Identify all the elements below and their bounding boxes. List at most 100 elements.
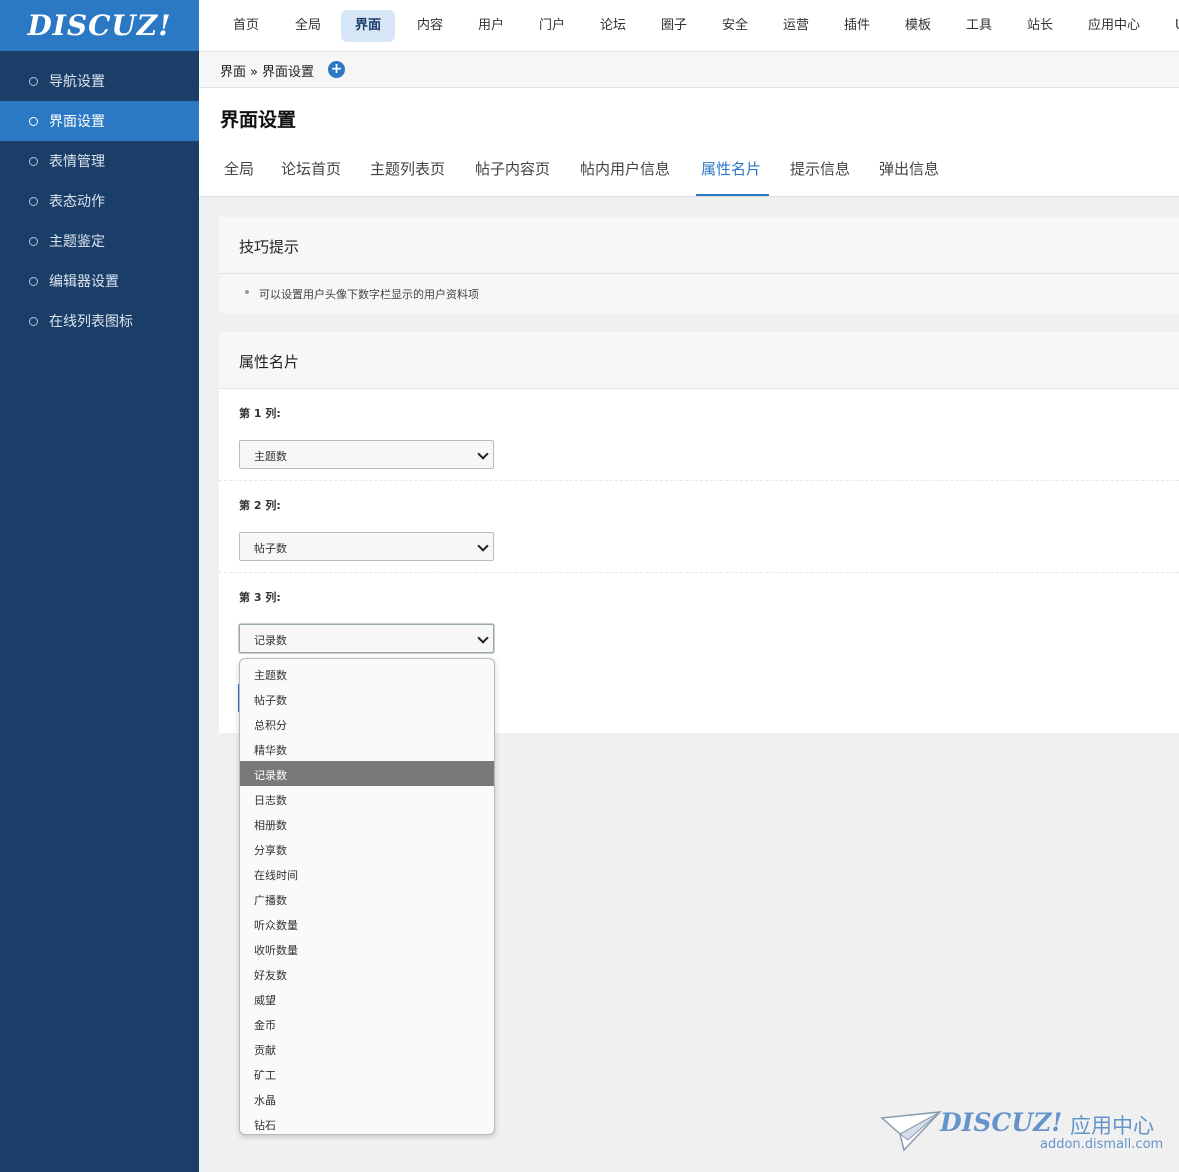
breadcrumb-current: 界面设置 [261,65,314,80]
sidebar-item-0[interactable]: 导航设置 [0,61,199,101]
nav-item-9[interactable]: 运营 [769,10,823,42]
chevron-down-icon [477,540,489,552]
nav-item-0[interactable]: 首页 [219,10,273,42]
dropdown-option[interactable]: 威望 [240,986,494,1011]
tip-item: 可以设置用户头像下数字栏显示的用户资料项 [259,288,479,301]
dropdown-option[interactable]: 钻石 [240,1111,494,1134]
discuz-logo[interactable]: DISCUZ! [0,0,199,51]
tab-0[interactable]: 全局 [224,158,254,179]
dropdown-option-label: 金币 [254,1019,276,1032]
dropdown-option-label: 记录数 [254,769,287,782]
sidebar-item-2[interactable]: 表情管理 [0,141,199,181]
sidebar: DISCUZ! 导航设置界面设置表情管理表态动作主题鉴定编辑器设置在线列表图标 [0,0,199,1172]
nav-item-5[interactable]: 门户 [525,10,579,42]
sidebar-item-6[interactable]: 在线列表图标 [0,301,199,341]
column-3-value: 记录数 [254,634,287,647]
bullet-icon [245,290,249,294]
dropdown-option[interactable]: 金币 [240,1011,494,1036]
row-divider [219,572,1179,573]
nav-item-7[interactable]: 圈子 [647,10,701,42]
add-shortcut-icon[interactable]: + [328,61,345,78]
breadcrumb: 界面 » 界面设置 + [199,52,1179,88]
circle-bullet-icon [29,316,38,326]
nav-item-11[interactable]: 模板 [891,10,945,42]
dropdown-option[interactable]: 贡献 [240,1036,494,1061]
dropdown-option[interactable]: 日志数 [240,786,494,811]
dropdown-option[interactable]: 听众数量 [240,911,494,936]
dropdown-option-label: 收听数量 [254,944,298,957]
row-divider [219,480,1179,481]
circle-bullet-icon [29,276,38,286]
nav-item-13[interactable]: 站长 [1013,10,1067,42]
breadcrumb-parent[interactable]: 界面 [220,65,246,80]
dropdown-option[interactable]: 广播数 [240,886,494,911]
dropdown-option[interactable]: 记录数 [240,761,494,786]
dropdown-option-label: 威望 [254,994,276,1007]
paper-plane-icon [880,1111,942,1152]
dropdown-option-label: 总积分 [254,719,287,732]
sidebar-item-3[interactable]: 表态动作 [0,181,199,221]
circle-bullet-icon [29,196,38,206]
nav-item-4[interactable]: 用户 [464,10,518,42]
dropdown-option[interactable]: 总积分 [240,711,494,736]
tab-7[interactable]: 弹出信息 [879,158,939,179]
dropdown-option-label: 主题数 [254,669,287,682]
dropdown-option[interactable]: 水晶 [240,1086,494,1111]
dropdown-option-label: 分享数 [254,844,287,857]
sidebar-item-5[interactable]: 编辑器设置 [0,261,199,301]
dropdown-option[interactable]: 矿工 [240,1061,494,1086]
dropdown-option-label: 相册数 [254,819,287,832]
dropdown-option-label: 贡献 [254,1044,276,1057]
page-header: 界面设置 全局 论坛首页 主题列表页 帖子内容页 帖内用户信息 属性名片 提示信息 弹出信息 [199,88,1179,197]
dropdown-option-label: 听众数量 [254,919,298,932]
tab-2[interactable]: 主题列表页 [370,158,445,179]
dropdown-option-label: 矿工 [254,1069,276,1082]
sidebar-item-label: 导航设置 [49,74,105,90]
tips-title: 技巧提示 [239,238,300,256]
dropdown-option[interactable]: 帖子数 [240,686,494,711]
sidebar-item-label: 界面设置 [49,114,105,130]
dropdown-option[interactable]: 好友数 [240,961,494,986]
dropdown-option[interactable]: 收听数量 [240,936,494,961]
dropdown-option[interactable]: 精华数 [240,736,494,761]
nav-item-8[interactable]: 安全 [708,10,762,42]
column-2-select[interactable]: 帖子数 [239,532,494,561]
dropdown-option[interactable]: 分享数 [240,836,494,861]
sidebar-item-label: 主题鉴定 [49,234,105,250]
dropdown-option-label: 好友数 [254,969,287,982]
nav-item-14[interactable]: 应用中心 [1074,10,1154,42]
column-1-value: 主题数 [254,450,287,463]
watermark-text: 应用中心 [1070,1114,1154,1138]
dropdown-option-label: 帖子数 [254,694,287,707]
nav-item-15[interactable]: U [1161,10,1179,42]
nav-item-12[interactable]: 工具 [952,10,1006,42]
nav-item-2[interactable]: 界面 [341,10,396,42]
dropdown-option[interactable]: 主题数 [240,661,494,686]
nav-item-1[interactable]: 全局 [281,10,335,42]
nav-item-10[interactable]: 插件 [830,10,884,42]
column-2-label: 第 2 列: [239,499,281,512]
dropdown-option[interactable]: 在线时间 [240,861,494,886]
circle-bullet-icon [29,116,38,126]
column-2-value: 帖子数 [254,542,287,555]
dropdown-option-label: 钻石 [254,1119,276,1132]
tab-5[interactable]: 属性名片 [701,158,761,179]
tab-3[interactable]: 帖子内容页 [475,158,550,179]
tab-1[interactable]: 论坛首页 [281,158,341,179]
column-3-select[interactable]: 记录数 [239,624,494,653]
column-3-dropdown[interactable]: 主题数帖子数总积分精华数记录数日志数相册数分享数在线时间 广播数听众数量收听数量好… [239,658,495,1135]
nav-item-6[interactable]: 论坛 [586,10,640,42]
breadcrumb-separator: » [250,65,258,80]
dropdown-option[interactable]: 相册数 [240,811,494,836]
tips-header: 技巧提示 [219,217,1179,274]
tab-6[interactable]: 提示信息 [790,158,850,179]
sidebar-item-label: 在线列表图标 [49,314,133,330]
sidebar-item-4[interactable]: 主题鉴定 [0,221,199,261]
sidebar-item-1[interactable]: 界面设置 [0,101,199,141]
settings-header: 属性名片 [219,332,1179,389]
tab-4[interactable]: 帖内用户信息 [580,158,670,179]
nav-item-3[interactable]: 内容 [403,10,457,42]
sidebar-item-label: 表态动作 [49,194,105,210]
column-1-select[interactable]: 主题数 [239,440,494,469]
circle-bullet-icon [29,156,38,166]
